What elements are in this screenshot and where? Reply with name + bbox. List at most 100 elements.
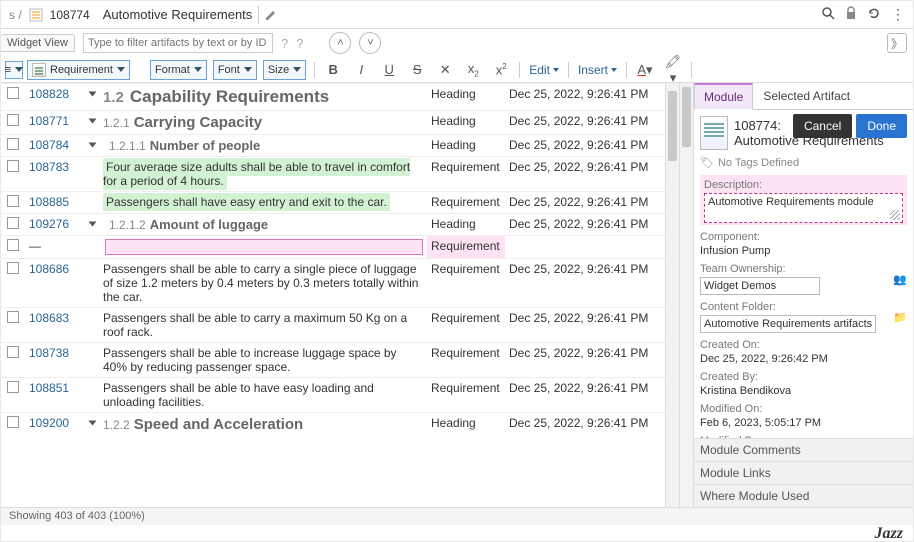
text-color-button[interactable]: A▾ — [635, 62, 655, 78]
table-row[interactable]: 108783 Four average size adults shall be … — [1, 157, 665, 192]
side-scrollbar-left[interactable] — [680, 83, 694, 507]
clear-format-button[interactable]: ✕ — [435, 62, 455, 78]
artifact-id-link[interactable]: 108784 — [29, 138, 69, 152]
artifact-id-link[interactable]: — — [29, 239, 41, 253]
row-checkbox[interactable] — [7, 381, 19, 393]
table-row[interactable]: 108851 Passengers shall be able to have e… — [1, 378, 665, 413]
format-dropdown[interactable]: Format — [150, 60, 207, 80]
row-checkbox[interactable] — [7, 262, 19, 274]
artifact-id-link[interactable]: 108885 — [29, 195, 69, 209]
italic-button[interactable]: I — [351, 62, 371, 77]
lock-icon[interactable] — [845, 6, 857, 23]
artifact-text[interactable]: Passengers shall have easy entry and exi… — [103, 193, 390, 211]
folder-picker-icon[interactable]: 📁 — [893, 311, 907, 324]
tags-row[interactable]: 🏷 No Tags Defined — [700, 156, 907, 169]
twisty-icon[interactable] — [89, 222, 97, 227]
artifact-id-link[interactable]: 108828 — [29, 87, 69, 101]
search-icon[interactable] — [821, 6, 835, 23]
module-where-used-section[interactable]: Where Module Used — [694, 484, 913, 507]
artifact-id-link[interactable]: 108851 — [29, 381, 69, 395]
team-picker-icon[interactable]: 👥 — [893, 273, 907, 286]
underline-button[interactable]: U — [379, 62, 399, 77]
table-row[interactable]: 1088281.2Capability RequirementsHeadingD… — [1, 84, 665, 111]
module-links-section[interactable]: Module Links — [694, 461, 913, 484]
twisty-icon[interactable] — [89, 119, 97, 124]
resize-grip-icon[interactable] — [890, 210, 900, 220]
artifact-id-link[interactable]: 108683 — [29, 311, 69, 325]
list-menu-button[interactable]: ≡ — [5, 61, 23, 79]
collapse-circle-button[interactable]: ˅ — [359, 32, 381, 54]
artifact-id-link[interactable]: 108771 — [29, 114, 69, 128]
row-checkbox[interactable] — [7, 138, 19, 150]
expand-circle-button[interactable]: ˄ — [329, 32, 351, 54]
highlight-color-button[interactable]: 🖍▾ — [663, 54, 683, 86]
twisty-icon[interactable] — [89, 143, 97, 148]
row-checkbox[interactable] — [7, 114, 19, 126]
grid-scrollbar[interactable] — [665, 83, 679, 507]
row-checkbox[interactable] — [7, 346, 19, 358]
module-doc-icon — [700, 116, 728, 150]
cancel-button[interactable]: Cancel — [793, 114, 852, 138]
table-row[interactable]: —Requirement — [1, 236, 665, 259]
filter-help2-icon[interactable]: ? — [296, 36, 303, 51]
row-checkbox[interactable] — [7, 87, 19, 99]
module-title-input[interactable]: Automotive Requirements — [96, 5, 260, 24]
artifact-type-dropdown[interactable]: Requirement — [27, 60, 130, 80]
size-dropdown[interactable]: Size — [263, 60, 306, 80]
bold-button[interactable]: B — [323, 62, 343, 77]
section-number: 1.2.1.1 — [109, 139, 146, 153]
done-button[interactable]: Done — [856, 114, 907, 138]
artifact-id-link[interactable]: 109200 — [29, 416, 69, 430]
team-input[interactable]: Widget Demos — [700, 277, 820, 295]
new-artifact-placeholder[interactable] — [105, 239, 423, 255]
refresh-icon[interactable] — [867, 6, 881, 23]
row-checkbox[interactable] — [7, 195, 19, 207]
table-row[interactable]: 108738 Passengers shall be able to increa… — [1, 343, 665, 378]
artifact-text[interactable]: Passengers shall be able to carry a maxi… — [103, 311, 407, 339]
table-row[interactable]: 1092001.2.2Speed and AccelerationHeading… — [1, 413, 665, 437]
row-checkbox[interactable] — [7, 311, 19, 323]
table-row[interactable]: 108683 Passengers shall be able to carry … — [1, 308, 665, 343]
row-checkbox[interactable] — [7, 217, 19, 229]
module-comments-section[interactable]: Module Comments — [694, 438, 913, 461]
table-row[interactable]: 1087711.2.1Carrying CapacityHeadingDec 2… — [1, 111, 665, 135]
table-row[interactable]: 108686 Passengers shall be able to carry … — [1, 259, 665, 308]
artifact-grid[interactable]: 1088281.2Capability RequirementsHeadingD… — [1, 83, 665, 507]
table-row[interactable]: 1092761.2.1.2Amount of luggageHeadingDec… — [1, 214, 665, 236]
tab-selected-artifact[interactable]: Selected Artifact — [753, 83, 860, 109]
widget-view-tab[interactable]: Widget View — [1, 34, 75, 52]
filter-help-icon[interactable]: ? — [281, 36, 288, 51]
artifact-text[interactable]: Passengers shall be able to have easy lo… — [103, 381, 374, 409]
artifact-id-link[interactable]: 108686 — [29, 262, 69, 276]
twisty-icon[interactable] — [89, 421, 97, 426]
edit-menu[interactable]: Edit — [529, 63, 559, 77]
superscript-button[interactable]: x2 — [491, 62, 511, 77]
insert-menu[interactable]: Insert — [578, 63, 617, 77]
folder-input[interactable]: Automotive Requirements artifacts — [700, 315, 876, 333]
table-row[interactable]: 108885 Passengers shall have easy entry a… — [1, 192, 665, 214]
row-checkbox[interactable] — [7, 239, 19, 251]
twisty-icon[interactable] — [89, 92, 97, 97]
row-checkbox[interactable] — [7, 160, 19, 172]
modifiedon-value: Feb 6, 2023, 5:05:17 PM — [700, 417, 907, 429]
menu-dots-icon[interactable]: ⋮ — [891, 6, 905, 23]
tab-module[interactable]: Module — [694, 83, 753, 110]
module-id-label: 108774 — [50, 8, 90, 22]
row-checkbox[interactable] — [7, 416, 19, 428]
component-value: Infusion Pump — [700, 245, 907, 257]
font-dropdown[interactable]: Font — [213, 60, 257, 80]
description-input[interactable]: Automotive Requirements module — [704, 193, 903, 223]
artifact-id-link[interactable]: 108738 — [29, 346, 69, 360]
edit-title-icon[interactable] — [263, 7, 279, 23]
artifact-text[interactable]: Passengers shall be able to carry a sing… — [103, 262, 418, 304]
artifact-id-link[interactable]: 108783 — [29, 160, 69, 174]
table-row[interactable]: 1087841.2.1.1Number of peopleHeadingDec … — [1, 135, 665, 157]
artifact-text[interactable]: Passengers shall be able to increase lug… — [103, 346, 397, 374]
panel-collapse-button[interactable]: 》 — [887, 33, 907, 53]
filter-input[interactable] — [83, 33, 273, 53]
artifact-id-link[interactable]: 109276 — [29, 217, 69, 231]
module-icon — [28, 7, 44, 23]
artifact-text[interactable]: Four average size adults shall be able t… — [103, 158, 410, 190]
strike-button[interactable]: S — [407, 62, 427, 77]
subscript-button[interactable]: x2 — [463, 61, 483, 79]
